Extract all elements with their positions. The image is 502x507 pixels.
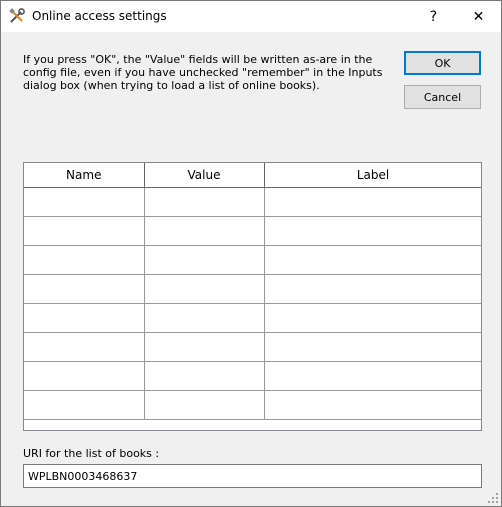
name-cell[interactable]: [24, 274, 145, 304]
help-button[interactable]: ?: [411, 1, 456, 32]
table-row[interactable]: [24, 332, 481, 362]
column-header-value[interactable]: Value: [143, 163, 265, 188]
name-cell[interactable]: [24, 361, 145, 391]
value-cell[interactable]: [143, 274, 265, 304]
table-row[interactable]: [24, 303, 481, 333]
label-cell[interactable]: [263, 245, 481, 275]
label-cell[interactable]: [263, 216, 481, 246]
help-icon: ?: [429, 8, 438, 25]
cancel-button-label: Cancel: [423, 90, 462, 104]
dialog-window: Online access settings ? ✕ If you press …: [0, 0, 502, 507]
value-cell[interactable]: [143, 216, 265, 246]
close-button[interactable]: ✕: [456, 1, 501, 32]
tools-icon: [9, 8, 25, 23]
value-cell[interactable]: [143, 303, 265, 333]
label-cell[interactable]: [263, 303, 481, 333]
resize-grip-icon[interactable]: [487, 492, 499, 504]
uri-label: URI for the list of books :: [23, 447, 160, 460]
table-row[interactable]: [24, 274, 481, 304]
name-cell[interactable]: [24, 303, 145, 333]
info-message: If you press "OK", the "Value" fields wi…: [23, 53, 383, 92]
column-header-name[interactable]: Name: [24, 163, 145, 188]
value-cell[interactable]: [143, 245, 265, 275]
table-row[interactable]: [24, 390, 481, 420]
name-cell[interactable]: [24, 245, 145, 275]
table-row[interactable]: [24, 187, 481, 217]
table-row[interactable]: [24, 245, 481, 275]
table-row[interactable]: [24, 216, 481, 246]
window-title: Online access settings: [32, 9, 167, 23]
ok-button[interactable]: OK: [404, 51, 481, 75]
name-cell[interactable]: [24, 216, 145, 246]
name-cell[interactable]: [24, 390, 145, 420]
value-cell[interactable]: [143, 390, 265, 420]
settings-grid[interactable]: Name Value Label: [23, 162, 482, 431]
cancel-button[interactable]: Cancel: [404, 85, 481, 109]
label-cell[interactable]: [263, 274, 481, 304]
grid-header-row: Name Value Label: [24, 163, 481, 188]
column-header-label[interactable]: Label: [263, 163, 481, 188]
label-cell[interactable]: [263, 390, 481, 420]
name-cell[interactable]: [24, 332, 145, 362]
value-cell[interactable]: [143, 361, 265, 391]
close-icon: ✕: [472, 8, 485, 25]
value-cell[interactable]: [143, 187, 265, 217]
label-cell[interactable]: [263, 332, 481, 362]
label-cell[interactable]: [263, 361, 481, 391]
label-cell[interactable]: [263, 187, 481, 217]
ok-button-label: OK: [434, 56, 451, 70]
value-cell[interactable]: [143, 332, 265, 362]
title-bar[interactable]: Online access settings ? ✕: [1, 1, 501, 32]
table-row[interactable]: [24, 361, 481, 391]
name-cell[interactable]: [24, 187, 145, 217]
uri-input[interactable]: [23, 464, 482, 488]
